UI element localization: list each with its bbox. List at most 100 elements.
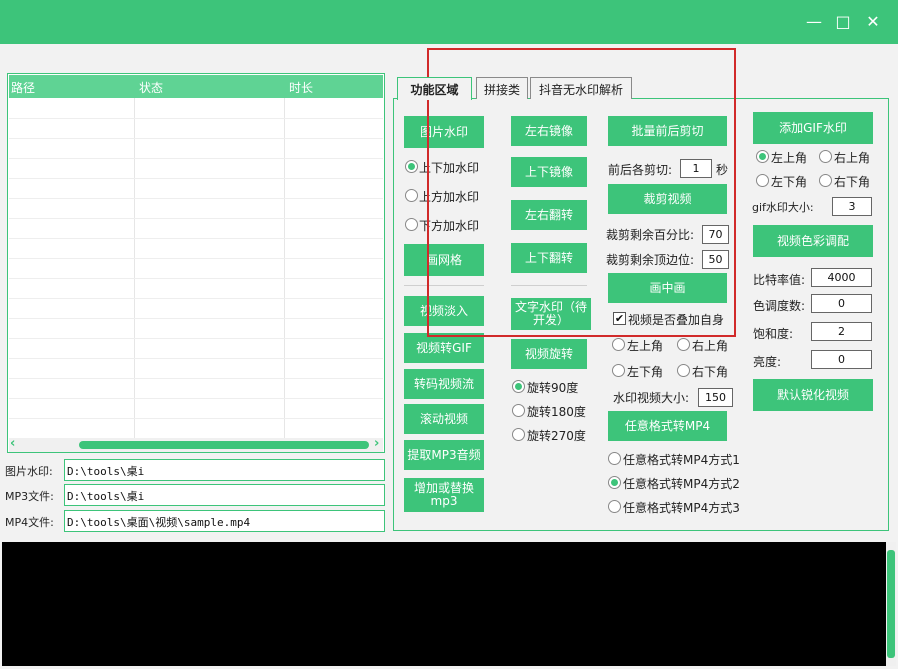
row-divider [9,218,383,219]
image-watermark-button[interactable]: 图片水印 [404,116,484,148]
default-sharpen-button[interactable]: 默认锐化视频 [753,379,873,411]
gif-top-right-label: 右上角 [834,151,871,165]
row-divider [9,178,383,179]
pip-bottom-left-label: 左下角 [627,365,664,379]
console-scroll-thumb[interactable] [887,550,895,658]
mp4-file-label: MP4文件: [5,516,54,529]
log-console[interactable] [2,542,886,666]
transcode-stream-button[interactable]: 转码视频流 [404,369,484,399]
gif-size-label: gif水印大小: [752,201,814,214]
mp4-mode-1-label: 任意格式转MP4方式1 [623,453,740,467]
hue-input[interactable]: 0 [811,294,872,313]
saturation-label: 饱和度: [753,327,794,341]
hue-label: 色调度数: [753,299,806,313]
any-to-mp4-button[interactable]: 任意格式转MP4 [608,411,727,441]
column-divider [134,98,135,438]
crop-top-input[interactable]: 50 [702,250,729,269]
tab-splice[interactable]: 拼接类 [476,77,528,99]
gif-bottom-right-label: 右下角 [834,175,871,189]
batch-trim-button[interactable]: 批量前后剪切 [608,116,727,146]
flip-top-bottom-button[interactable]: 上下翻转 [511,243,587,273]
to-gif-button[interactable]: 视频转GIF [404,333,484,363]
rotate-90-label: 旋转90度 [527,381,579,395]
console-scrollbar[interactable] [886,542,896,666]
radio-gif-bottom-left[interactable] [756,174,769,187]
radio-gif-bottom-right[interactable] [819,174,832,187]
mp3-file-path-field[interactable]: D:\tools\桌i [64,484,385,506]
column-status[interactable]: 状态 [139,79,163,96]
tab-function-area[interactable]: 功能区域 [397,77,472,100]
close-icon[interactable]: ✕ [862,11,884,33]
gif-size-input[interactable]: 3 [832,197,872,216]
horizontal-scrollbar[interactable]: ‹ › [9,436,383,452]
row-divider [9,158,383,159]
radio-top-bottom-label: 上下加水印 [419,161,480,175]
bitrate-input[interactable]: 4000 [811,268,872,287]
add-gif-watermark-button[interactable]: 添加GIF水印 [753,112,873,144]
radio-rotate-270[interactable] [512,428,525,441]
draw-grid-button[interactable]: 画网格 [404,244,484,276]
crop-video-button[interactable]: 裁剪视频 [608,184,727,214]
mirror-left-right-button[interactable]: 左右镜像 [511,116,587,146]
file-list-header: 路径 状态 时长 [9,75,383,98]
row-divider [9,338,383,339]
watermark-video-size-label: 水印视频大小: [613,391,690,405]
add-replace-mp3-button[interactable]: 增加或替换mp3 [404,478,484,512]
color-adjust-button[interactable]: 视频色彩调配 [753,225,873,257]
radio-top-label: 上方加水印 [419,190,480,204]
rotate-video-button[interactable]: 视频旋转 [511,339,587,369]
overlay-self-checkbox[interactable]: ✔ [613,312,626,325]
pip-top-right-label: 右上角 [692,339,729,353]
flip-left-right-button[interactable]: 左右翻转 [511,200,587,230]
radio-mp4-mode-3[interactable] [608,500,621,513]
extract-mp3-button[interactable]: 提取MP3音频 [404,440,484,470]
radio-mp4-mode-2[interactable] [608,476,621,489]
image-watermark-path-field[interactable]: D:\tools\桌i [64,459,385,481]
crop-percent-input[interactable]: 70 [702,225,729,244]
row-divider [9,358,383,359]
mp3-file-label: MP3文件: [5,490,54,503]
maximize-icon[interactable]: □ [832,11,854,33]
picture-in-picture-button[interactable]: 画中画 [608,273,727,303]
radio-top-watermark[interactable] [405,189,418,202]
brightness-label: 亮度: [753,355,782,369]
row-divider [9,238,383,239]
file-list[interactable]: 路径 状态 时长 ‹ › [7,73,385,453]
column-path[interactable]: 路径 [11,79,35,96]
trim-seconds-input[interactable]: 1 [680,159,712,178]
brightness-input[interactable]: 0 [811,350,872,369]
scroll-right-icon[interactable]: › [374,436,379,451]
fade-in-button[interactable]: 视频淡入 [404,296,484,326]
mp4-file-path-field[interactable]: D:\tools\桌面\视频\sample.mp4 [64,510,385,532]
watermark-video-size-input[interactable]: 150 [698,388,733,407]
radio-rotate-180[interactable] [512,404,525,417]
bitrate-label: 比特率值: [753,273,806,287]
tab-douyin-parse[interactable]: 抖音无水印解析 [530,77,632,99]
saturation-input[interactable]: 2 [811,322,872,341]
row-divider [9,378,383,379]
row-divider [9,258,383,259]
scroll-thumb[interactable] [79,441,369,449]
crop-percent-label: 裁剪剩余百分比: [606,228,695,242]
rotate-270-label: 旋转270度 [527,429,586,443]
radio-pip-bottom-left[interactable] [612,364,625,377]
radio-pip-top-right[interactable] [677,338,690,351]
row-divider [9,418,383,419]
radio-bottom-label: 下方加水印 [419,219,480,233]
radio-pip-top-left[interactable] [612,338,625,351]
radio-gif-top-left[interactable] [756,150,769,163]
column-duration[interactable]: 时长 [289,79,313,96]
scroll-left-icon[interactable]: ‹ [10,436,15,451]
radio-mp4-mode-1[interactable] [608,452,621,465]
minimize-icon[interactable]: — [803,11,825,33]
radio-gif-top-right[interactable] [819,150,832,163]
radio-pip-bottom-right[interactable] [677,364,690,377]
text-watermark-button[interactable]: 文字水印（待开发） [511,298,591,330]
row-divider [9,118,383,119]
radio-top-bottom-watermark[interactable] [405,160,418,173]
mirror-top-bottom-button[interactable]: 上下镜像 [511,157,587,187]
scroll-video-button[interactable]: 滚动视频 [404,404,484,434]
row-divider [9,198,383,199]
radio-bottom-watermark[interactable] [405,218,418,231]
radio-rotate-90[interactable] [512,380,525,393]
